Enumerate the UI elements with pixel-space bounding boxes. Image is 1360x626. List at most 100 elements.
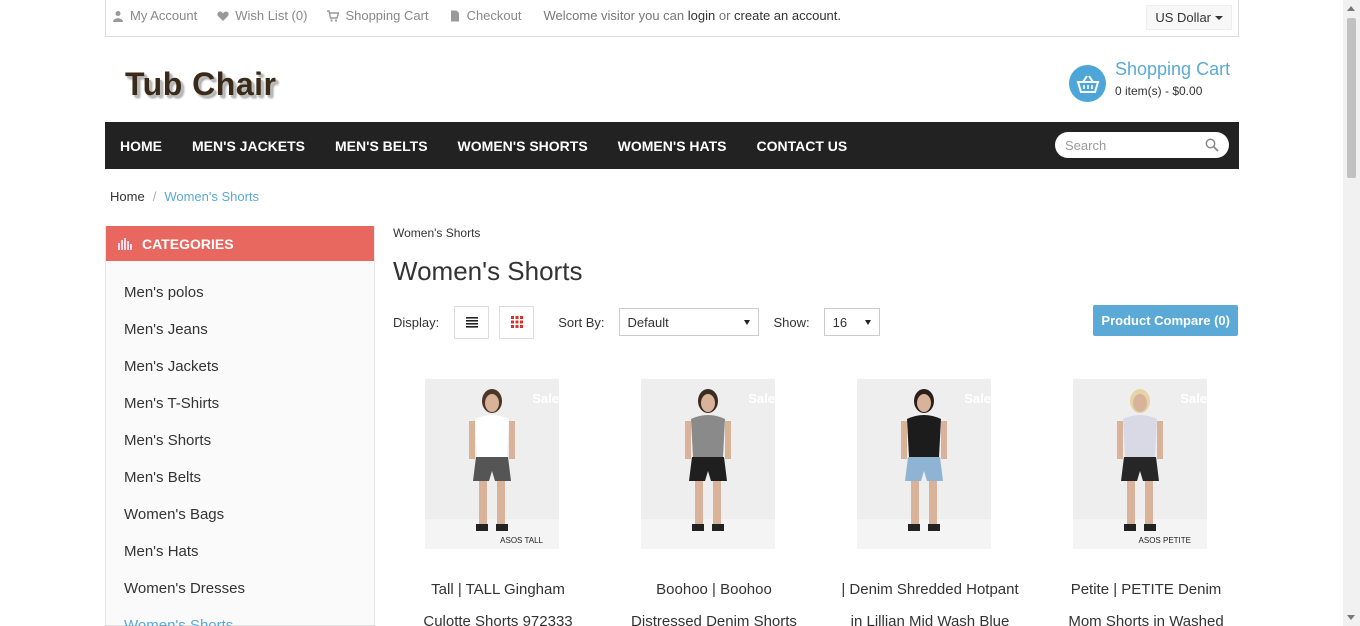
breadcrumb: Home / Women's Shorts [110,189,259,204]
product-name[interactable]: Boohoo | Boohoo Distressed Denim Shorts [609,574,819,626]
site-logo[interactable]: Tub Chair [125,66,276,103]
sort-label: Sort By: [558,314,605,330]
product-image[interactable]: Sale [641,379,775,549]
show-label: Show: [773,314,810,330]
currency-label: US Dollar [1155,10,1211,25]
welcome-or: or [718,8,731,23]
welcome-prefix: Welcome visitor you can [543,8,685,23]
show-select[interactable]: 16 [823,308,880,336]
sidebar-category-item[interactable]: Men's Jackets [106,348,374,385]
heart-icon [217,10,229,21]
header-cart-text: Shopping Cart 0 item(s) - $0.00 [1115,59,1230,98]
product-name[interactable]: Tall | TALL Gingham Culotte Shorts 972333 [393,574,603,626]
list-icon [465,316,478,328]
breadcrumb-home[interactable]: Home [110,189,145,204]
sale-badge: Sale [532,391,559,406]
dropdown-arrow-icon [743,319,750,325]
scroll-up-icon[interactable] [1347,6,1355,11]
sort-select[interactable]: Default [618,308,759,336]
product-name-line: in Lillian Mid Wash Blue [850,613,1010,626]
product-image[interactable]: Sale ASOS TALL [425,379,559,549]
sidebar-category-item[interactable]: Women's Dresses [106,570,374,607]
sort-value: Default [627,314,669,330]
sidebar-category-item[interactable]: Men's T-Shirts [106,385,374,422]
product-name[interactable]: | Denim Shredded Hotpant in Lillian Mid W… [825,574,1035,626]
categories-title: CATEGORIES [142,235,234,252]
wish-list-label: Wish List (0) [235,8,308,23]
cart-icon [327,9,340,22]
my-account-label: My Account [130,8,198,23]
search-box [1055,132,1229,158]
scroll-thumb[interactable] [1347,18,1356,178]
category-list: Men's polos Men's Jeans Men's Jackets Men's… [106,261,374,626]
product-name-line: Mom Shorts in Washed [1068,613,1224,626]
header-cart-summary: 0 item(s) - $0.00 [1115,84,1203,98]
sidebar-category-item[interactable]: Men's Shorts [106,422,374,459]
grid-icon [510,316,523,328]
product-name-line: Tall | TALL Gingham [431,581,565,598]
bars-icon [118,237,132,250]
basket-icon [1069,65,1106,102]
categories-sidebar: CATEGORIES Men's polos Men's Jeans Men's J… [105,226,375,626]
grid-view-button[interactable] [499,305,535,339]
page-scrollbar[interactable] [1343,0,1360,626]
sale-badge: Sale [964,391,991,406]
checkout-label: Checkout [466,8,522,23]
nav-item-mens-jackets[interactable]: Men's Jackets [177,138,320,154]
create-account-link[interactable]: create an account. [734,8,841,23]
top-links: My Account Wish List (0) Shopping Cart C… [112,8,841,23]
my-account-link[interactable]: My Account [112,8,197,23]
product-image[interactable]: Sale [857,379,991,549]
categories-header: CATEGORIES [106,226,374,261]
sidebar-category-item[interactable]: Men's Jeans [106,311,374,348]
login-link[interactable]: login [688,8,715,23]
search-icon[interactable] [1205,138,1219,152]
header-cart-title: Shopping Cart [1115,59,1231,79]
nav-item-home[interactable]: Home [105,138,177,154]
brand-mark: ASOS TALL [500,536,543,545]
product-image[interactable]: Sale ASOS PETITE [1073,379,1207,549]
page-title: Women's Shorts [393,256,583,286]
scroll-down-icon[interactable] [1347,615,1355,620]
search-input[interactable] [1065,137,1195,153]
caret-down-icon [1215,15,1223,20]
sidebar-category-item[interactable]: Women's Bags [106,496,374,533]
checkout-link[interactable]: Checkout [449,8,522,23]
document-icon [450,10,459,21]
main-nav: Home Men's Jackets Men's Belts Women's S… [105,122,1239,169]
top-bar: My Account Wish List (0) Shopping Cart C… [105,0,1239,37]
welcome-text: Welcome visitor you can login or create … [543,8,841,23]
wish-list-link[interactable]: Wish List (0) [217,8,307,23]
sidebar-category-item[interactable]: Men's Belts [106,459,374,496]
sidebar-category-item[interactable]: Men's polos [106,274,374,311]
user-icon [113,10,123,22]
currency-dropdown[interactable]: US Dollar [1146,5,1232,30]
sidebar-category-item[interactable]: Women's Shorts [106,607,374,626]
brand-mark: ASOS PETITE [1138,536,1191,545]
shopping-cart-label: Shopping Cart [345,8,429,23]
nav-item-mens-belts[interactable]: Men's Belts [320,138,443,154]
product-name[interactable]: Petite | PETITE Denim Mom Shorts in Washe… [1041,574,1251,626]
show-value: 16 [832,314,848,330]
product-compare-button[interactable]: Product Compare (0) [1093,305,1238,336]
sale-badge: Sale [1180,391,1207,406]
header-cart[interactable]: Shopping Cart 0 item(s) - $0.00 [1069,59,1230,102]
nav-item-contact-us[interactable]: Contact Us [742,138,863,154]
nav-item-womens-hats[interactable]: Women's Hats [603,138,742,154]
product-name-line: Distressed Denim Shorts [631,613,797,626]
breadcrumb-separator: / [152,189,157,204]
nav-item-womens-shorts[interactable]: Women's Shorts [443,138,603,154]
product-name-line: Culotte Shorts 972333 [423,613,573,626]
sidebar-category-item[interactable]: Men's Hats [106,533,374,570]
product-name-line: | Denim Shredded Hotpant [841,581,1019,598]
product-name-line: Boohoo | Boohoo [656,581,772,598]
category-crumb: Women's Shorts [393,226,481,240]
shopping-cart-link[interactable]: Shopping Cart [327,8,429,23]
breadcrumb-current[interactable]: Women's Shorts [164,189,259,204]
product-toolbar: Display: Sort By: Default Show: 16 Produ… [393,305,1239,339]
list-view-button[interactable] [454,305,490,339]
sale-badge: Sale [748,391,775,406]
product-name-line: Petite | PETITE Denim [1070,581,1222,598]
display-label: Display: [393,314,440,330]
dropdown-arrow-icon [864,319,871,325]
